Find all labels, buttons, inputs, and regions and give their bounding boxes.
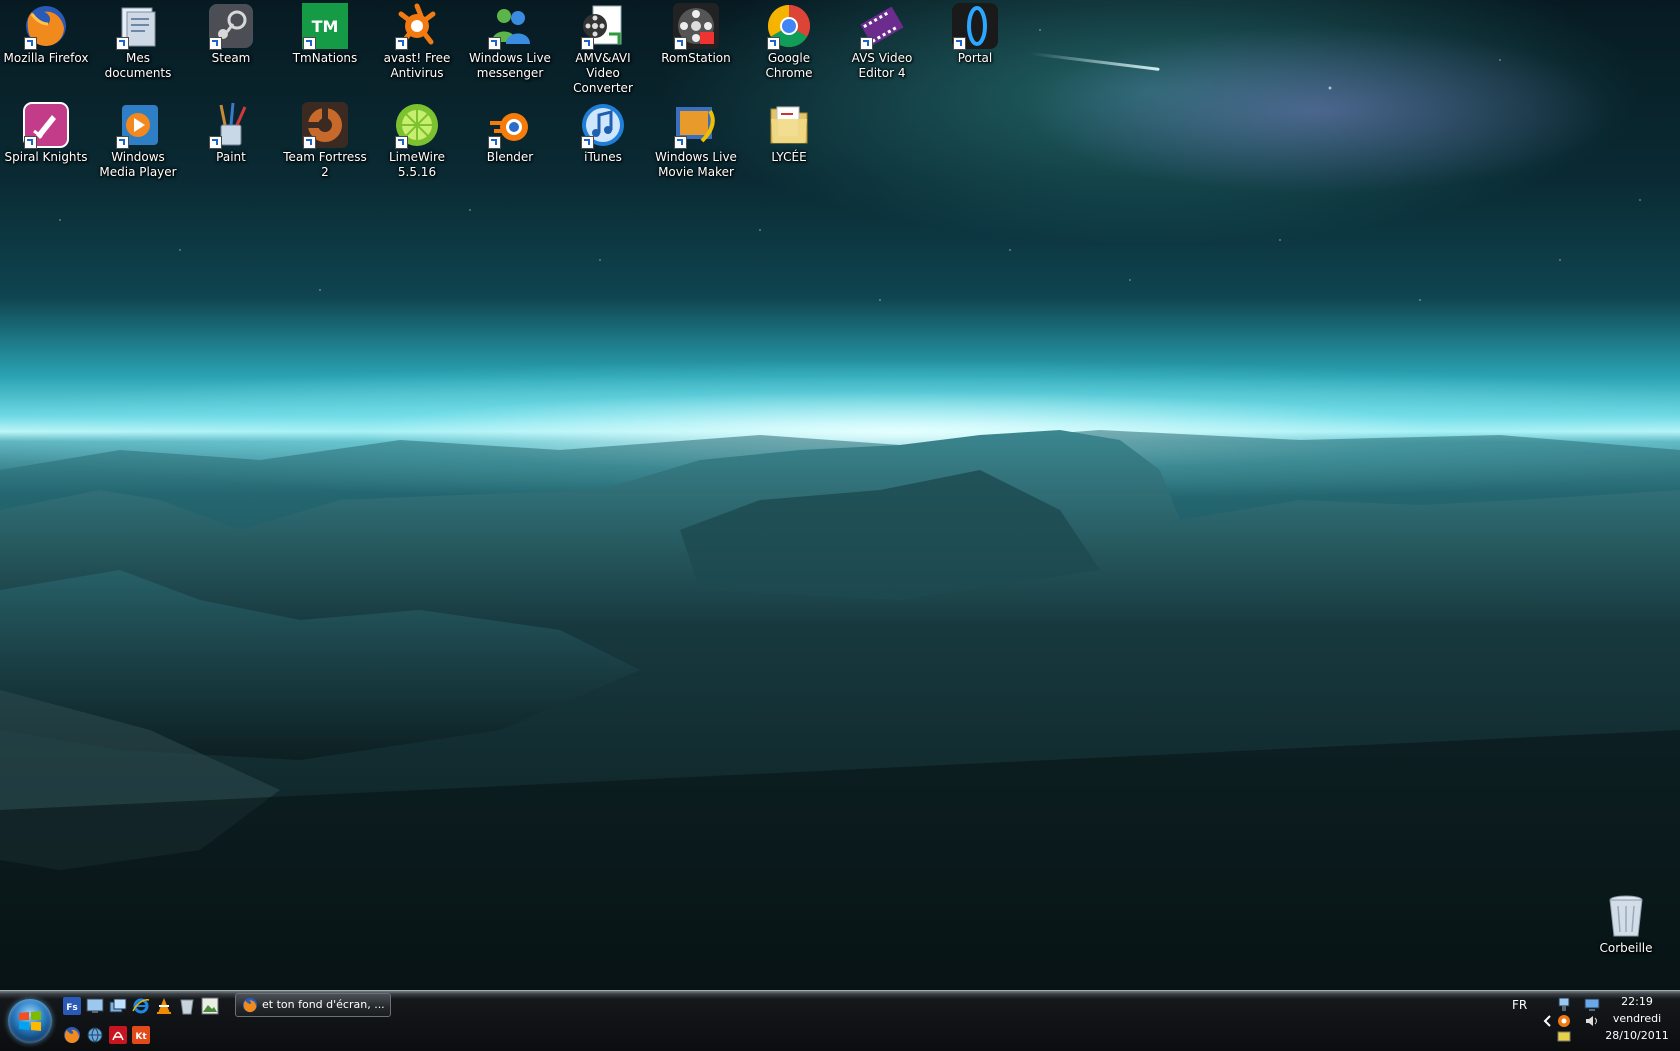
- desktop-icon-tmnations[interactable]: TM TmNations: [280, 2, 370, 66]
- desktop-icon-recycle-bin[interactable]: Corbeille: [1581, 892, 1671, 956]
- icon-label: AMV&AVI Video Converter: [573, 51, 633, 95]
- icon-label: avast! Free Antivirus: [383, 51, 451, 80]
- icon-label: Corbeille: [1599, 941, 1653, 955]
- shortcut-arrow-icon: [767, 37, 780, 50]
- desktop-icon-movie-maker[interactable]: Windows Live Movie Maker: [651, 101, 741, 180]
- icon-label: Mes documents: [104, 51, 172, 80]
- shortcut-arrow-icon: [24, 37, 37, 50]
- svg-text:Fs: Fs: [66, 1003, 78, 1013]
- desktop-icon-limewire[interactable]: LimeWire 5.5.16: [372, 101, 462, 180]
- shortcut-arrow-icon: [581, 37, 594, 50]
- shortcut-arrow-icon: [395, 37, 408, 50]
- svg-text:Kt: Kt: [135, 1032, 147, 1042]
- icon-label: TmNations: [292, 51, 358, 65]
- icon-label: Windows Live messenger: [469, 51, 551, 80]
- shortcut-arrow-icon: [209, 37, 222, 50]
- shortcut-arrow-icon: [303, 37, 316, 50]
- icon-label: Team Fortress 2: [283, 150, 367, 179]
- avast-tray-icon[interactable]: [1556, 1013, 1572, 1029]
- desktop-icon-avast[interactable]: avast! Free Antivirus: [372, 2, 462, 81]
- shortcut-arrow-icon: [24, 136, 37, 149]
- shortcut-arrow-icon: [674, 37, 687, 50]
- icon-label: Mozilla Firefox: [3, 51, 89, 65]
- taskbar-button-firefox-window[interactable]: et ton fond d'écran, ...: [235, 993, 391, 1017]
- desktop-icon-blender[interactable]: Blender: [465, 101, 555, 165]
- shortcut-arrow-icon: [860, 37, 873, 50]
- language-indicator[interactable]: FR: [1512, 998, 1527, 1012]
- shortcut-arrow-icon: [395, 136, 408, 149]
- network-icon[interactable]: [1556, 997, 1572, 1013]
- shortcut-arrow-icon: [674, 136, 687, 149]
- shortcut-arrow-icon: [303, 136, 316, 149]
- icon-label: iTunes: [584, 150, 622, 164]
- icon-label: Blender: [486, 150, 534, 164]
- icon-label: LimeWire 5.5.16: [388, 150, 446, 179]
- icon-label: Steam: [211, 51, 251, 65]
- internet-explorer-icon[interactable]: [132, 997, 150, 1015]
- chevron-left-icon[interactable]: [1540, 1013, 1556, 1029]
- desktop-icon-itunes[interactable]: iTunes: [558, 101, 648, 165]
- icon-label: Windows Media Player: [99, 150, 177, 179]
- desktop-icon-firefox[interactable]: Mozilla Firefox: [1, 2, 91, 66]
- desktop-icon-lycee-folder[interactable]: LYCÉE: [744, 101, 834, 165]
- desktop-wallpaper: Mozilla Firefox Mes documents Steam TM T…: [0, 0, 1680, 990]
- globe-icon[interactable]: [86, 1026, 104, 1044]
- taskbar: Fs Kt et ton fond d'écran, ... FR 22:19 …: [0, 990, 1680, 1051]
- desktop-icon-romstation[interactable]: RomStation: [651, 2, 741, 66]
- trash-icon[interactable]: [178, 997, 196, 1015]
- icon-label: Portal: [957, 51, 993, 65]
- clock[interactable]: 22:19 vendredi 28/10/2011: [1600, 993, 1674, 1044]
- desktop-icon-avs-video-editor[interactable]: AVS Video Editor 4: [837, 2, 927, 81]
- kt-icon[interactable]: Kt: [132, 1026, 150, 1044]
- shortcut-arrow-icon: [116, 37, 129, 50]
- desktop-icon-spiral-knights[interactable]: Spiral Knights: [1, 101, 91, 165]
- fs-icon[interactable]: Fs: [63, 997, 81, 1015]
- shortcut-arrow-icon: [116, 136, 129, 149]
- clock-day: vendredi: [1612, 1012, 1662, 1025]
- notification-icon[interactable]: [1556, 1029, 1572, 1045]
- desktop-icon-steam[interactable]: Steam: [186, 2, 276, 66]
- firefox-icon[interactable]: [63, 1026, 81, 1044]
- clock-date: 28/10/2011: [1605, 1029, 1669, 1042]
- icon-label: RomStation: [661, 51, 731, 65]
- svg-text:TM: TM: [312, 17, 339, 36]
- icon-label: Paint: [216, 150, 246, 164]
- icon-label: LYCÉE: [771, 150, 807, 164]
- desktop-icon-portal[interactable]: Portal: [930, 2, 1020, 66]
- monitor-icon[interactable]: [1584, 997, 1600, 1013]
- folder-icon: [770, 106, 808, 144]
- desktop-icon-team-fortress-2[interactable]: Team Fortress 2: [280, 101, 370, 180]
- icon-label: AVS Video Editor 4: [851, 51, 913, 80]
- mountain-landscape: [0, 430, 1680, 990]
- desktop-icon-paint[interactable]: Paint: [186, 101, 276, 165]
- shortcut-arrow-icon: [581, 136, 594, 149]
- firefox-icon: [242, 997, 258, 1013]
- acrobat-icon[interactable]: [109, 1026, 127, 1044]
- windows-logo-icon: [19, 1011, 41, 1031]
- desktop-icon-mes-documents[interactable]: Mes documents: [93, 2, 183, 81]
- clock-time: 22:19: [1621, 995, 1653, 1008]
- icon-label: Spiral Knights: [4, 150, 88, 164]
- desktop-icon-messenger[interactable]: Windows Live messenger: [465, 2, 555, 81]
- recycle-bin-icon: [1609, 895, 1643, 937]
- desktop-icon-media-player[interactable]: Windows Media Player: [93, 101, 183, 180]
- task-label: et ton fond d'écran, ...: [262, 998, 385, 1011]
- shortcut-arrow-icon: [209, 136, 222, 149]
- shortcut-arrow-icon: [488, 136, 501, 149]
- icon-label: Windows Live Movie Maker: [655, 150, 737, 179]
- icon-label: Google Chrome: [765, 51, 813, 80]
- start-button[interactable]: [8, 999, 52, 1043]
- desktop-icon-chrome[interactable]: Google Chrome: [744, 2, 834, 81]
- shortcut-arrow-icon: [488, 37, 501, 50]
- desktop-icon-video-converter[interactable]: AMV&AVI Video Converter: [558, 2, 648, 96]
- vlc-icon[interactable]: [155, 997, 173, 1015]
- volume-icon[interactable]: [1584, 1013, 1600, 1029]
- shortcut-arrow-icon: [953, 37, 966, 50]
- image-icon[interactable]: [201, 997, 219, 1015]
- switch-windows-icon[interactable]: [109, 997, 127, 1015]
- show-desktop-icon[interactable]: [86, 997, 104, 1015]
